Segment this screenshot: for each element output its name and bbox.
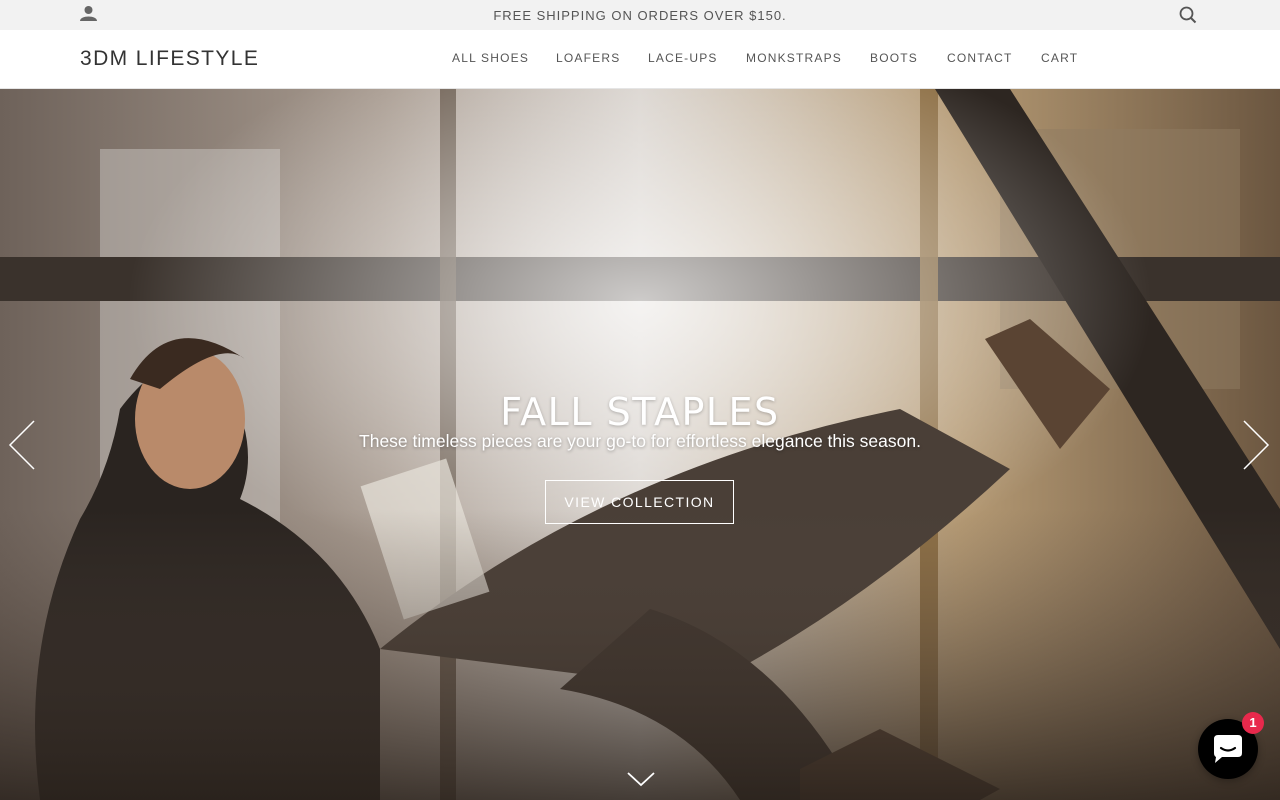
hero-subtitle: These timeless pieces are your go-to for… (359, 431, 921, 451)
chevron-right-icon[interactable] (1242, 419, 1270, 471)
chevron-down-icon[interactable] (626, 771, 656, 789)
chat-notification-badge: 1 (1242, 712, 1264, 734)
chevron-left-icon[interactable] (8, 419, 36, 471)
nav-item-all-shoes[interactable]: ALL SHOES (452, 51, 529, 65)
announcement-bar: FREE SHIPPING ON ORDERS OVER $150. (0, 0, 1280, 30)
site-logo[interactable]: 3DM LIFESTYLE (80, 47, 259, 71)
hero-slideshow: FALL STAPLES These timeless pieces are y… (0, 89, 1280, 800)
site-header: 3DM LIFESTYLE ALL SHOES LOAFERS LACE-UPS… (0, 30, 1280, 89)
view-collection-button[interactable]: VIEW COLLECTION (545, 480, 734, 524)
nav-item-lace-ups[interactable]: LACE-UPS (648, 51, 718, 65)
nav-item-monkstraps[interactable]: MONKSTRAPS (746, 51, 842, 65)
nav-item-contact[interactable]: CONTACT (947, 51, 1013, 65)
hero-title: FALL STAPLES (500, 390, 780, 435)
nav-item-loafers[interactable]: LOAFERS (556, 51, 620, 65)
search-icon[interactable] (1179, 6, 1197, 24)
nav-item-boots[interactable]: BOOTS (870, 51, 918, 65)
announcement-text: FREE SHIPPING ON ORDERS OVER $150. (493, 8, 787, 23)
nav-item-cart[interactable]: CART (1041, 51, 1078, 65)
